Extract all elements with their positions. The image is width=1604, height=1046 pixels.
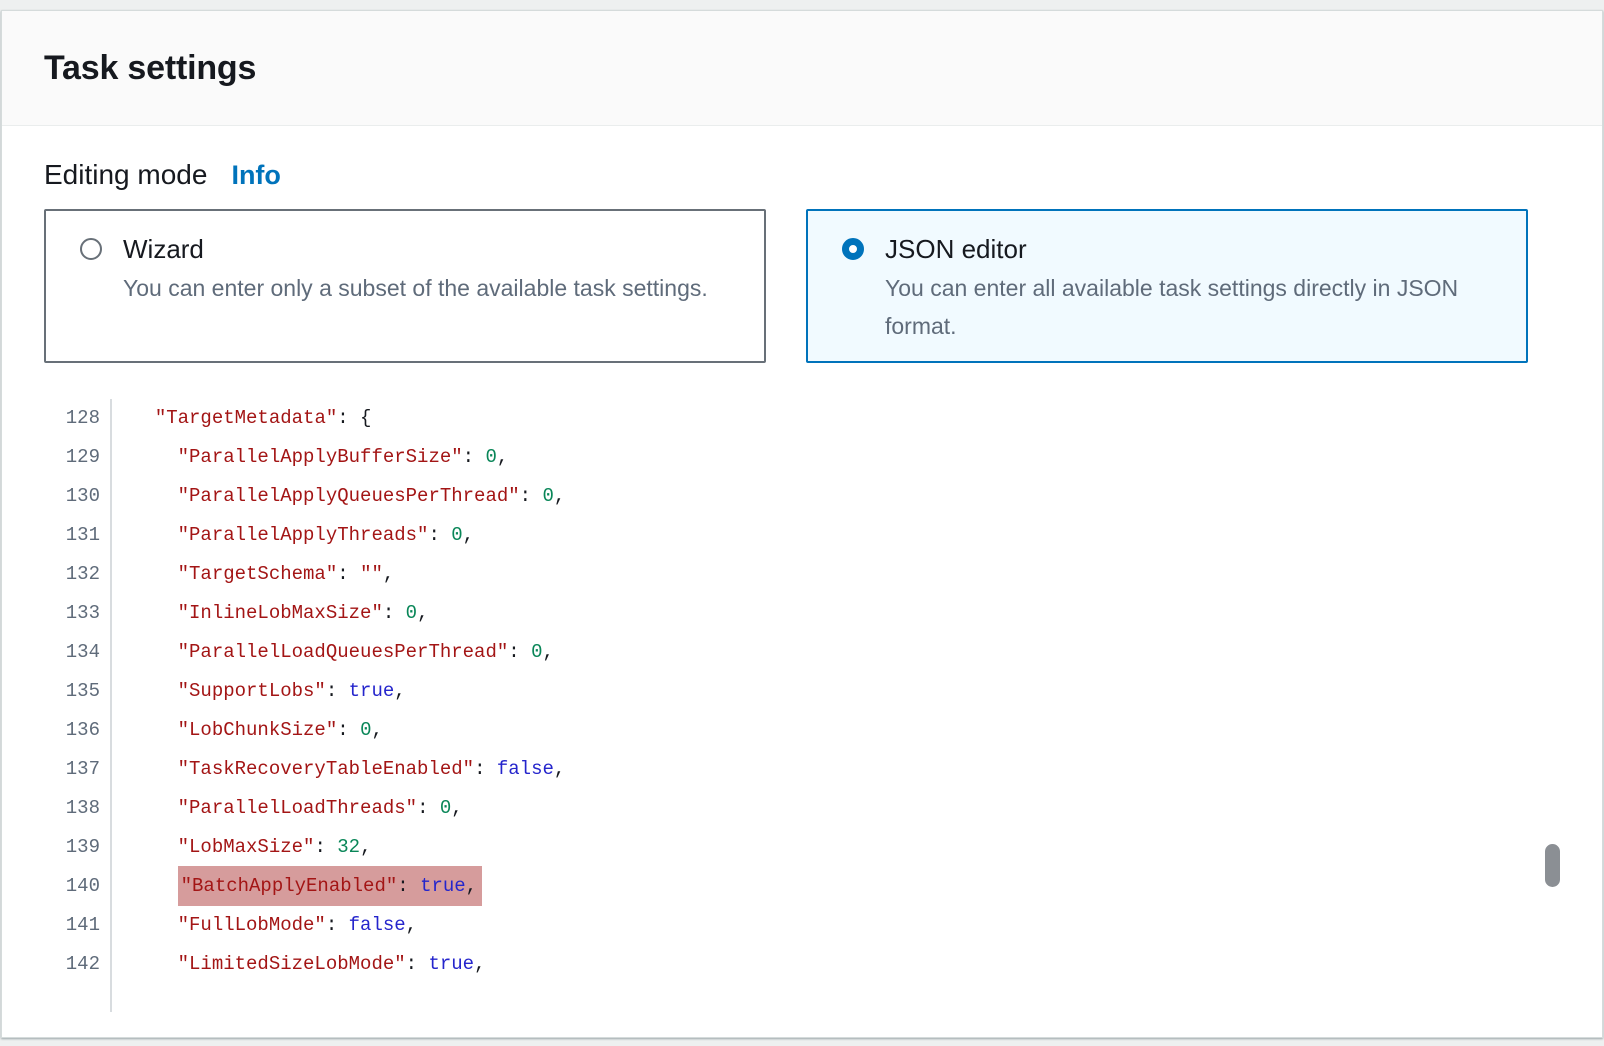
token-group: "ParallelApplyQueuesPerThread": 0, [178,485,566,507]
token-group: "TargetMetadata": { [155,407,372,429]
radio-unselected-icon[interactable] [80,238,102,260]
info-link[interactable]: Info [231,160,280,191]
code-line: "LobChunkSize": 0, [112,711,1602,750]
line-number: 136 [2,711,100,750]
tile-json-editor-label: JSON editor [885,234,1027,264]
token-group: "LobChunkSize": 0, [178,719,383,741]
code-line: "LobMaxSize": 32, [112,828,1602,867]
token-group: "LobMaxSize": 32, [178,836,372,858]
line-number: 131 [2,516,100,555]
tile-json-editor-description: You can enter all available task setting… [885,269,1458,345]
token-group: "LimitedSizeLobMode": true, [178,953,486,975]
token-group: "InlineLobMaxSize": 0, [178,602,429,624]
token-group: "FullLobMode": false, [178,914,417,936]
code-line: "LimitedSizeLobMode": true, [112,945,1602,984]
token-group: "ParallelApplyBufferSize": 0, [178,446,509,468]
tile-json-editor[interactable]: JSON editor You can enter all available … [806,209,1528,363]
radio-selected-icon[interactable] [842,238,864,260]
tile-json-editor-text: JSON editor You can enter all available … [885,229,1458,345]
line-number: 134 [2,633,100,672]
code-line: "TaskRecoveryTableEnabled": false, [112,750,1602,789]
editing-mode-tiles: Wizard You can enter only a subset of th… [44,209,1560,363]
task-settings-panel: Task settings Editing mode Info Wizard Y… [1,10,1603,1038]
page-title: Task settings [44,49,256,88]
code-line: "TargetSchema": "", [112,555,1602,594]
highlighted-token-group: "BatchApplyEnabled": true, [178,866,482,906]
tile-wizard-text: Wizard You can enter only a subset of th… [123,229,708,307]
editing-mode-label: Editing mode [44,159,207,191]
line-number: 132 [2,555,100,594]
json-code-editor[interactable]: 1281291301311321331341351361371381391401… [2,399,1602,1012]
editing-mode-row: Editing mode Info [44,159,1602,195]
line-number: 141 [2,906,100,945]
panel-header: Task settings [2,11,1602,126]
line-number: 138 [2,789,100,828]
code-gutter: 1281291301311321331341351361371381391401… [2,399,112,1012]
code-line: "InlineLobMaxSize": 0, [112,594,1602,633]
code-line: "ParallelLoadThreads": 0, [112,789,1602,828]
line-number: 142 [2,945,100,984]
tile-wizard[interactable]: Wizard You can enter only a subset of th… [44,209,766,363]
token-group: "TaskRecoveryTableEnabled": false, [178,758,566,780]
code-line: "ParallelApplyBufferSize": 0, [112,438,1602,477]
line-number: 128 [2,399,100,438]
scrollbar-thumb[interactable] [1545,844,1560,887]
code-lines: "TargetMetadata": { "ParallelApplyBuffer… [112,399,1602,1012]
token-group: "ParallelApplyThreads": 0, [178,524,474,546]
code-line: "ParallelApplyThreads": 0, [112,516,1602,555]
line-number: 140 [2,867,100,906]
code-line: "ParallelLoadQueuesPerThread": 0, [112,633,1602,672]
line-number: 133 [2,594,100,633]
line-number: 135 [2,672,100,711]
code-line: "BatchApplyEnabled": true, [112,867,1602,906]
token-group: "ParallelLoadThreads": 0, [178,797,463,819]
line-number: 129 [2,438,100,477]
tile-wizard-description: You can enter only a subset of the avail… [123,269,708,307]
token-group: "ParallelLoadQueuesPerThread": 0, [178,641,554,663]
token-group: "SupportLobs": true, [178,680,406,702]
code-line: "SupportLobs": true, [112,672,1602,711]
tile-wizard-label: Wizard [123,234,204,264]
code-line: "TargetMetadata": { [112,399,1602,438]
code-line: "FullLobMode": false, [112,906,1602,945]
token-group: "TargetSchema": "", [178,563,395,585]
line-number: 139 [2,828,100,867]
line-number: 130 [2,477,100,516]
line-number: 137 [2,750,100,789]
code-line: "ParallelApplyQueuesPerThread": 0, [112,477,1602,516]
